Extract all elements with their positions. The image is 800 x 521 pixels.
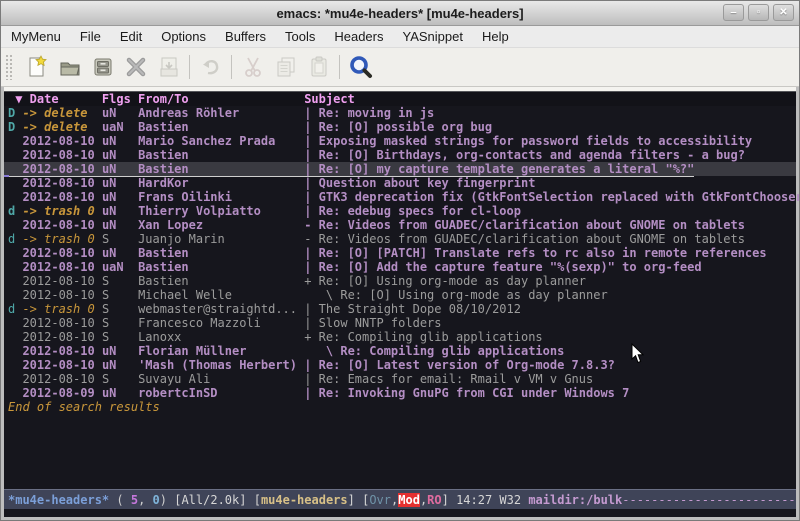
modeline-segment: , <box>420 493 427 507</box>
menu-bar: MyMenu File Edit Options Buffers Tools Headers… <box>1 26 799 48</box>
message-row[interactable]: 2012-08-10 uN Xan Lopez - Re: Videos fro… <box>4 218 796 232</box>
modeline-segment: [All/2.0k] <box>174 493 253 507</box>
minimize-icon[interactable]: ‒ <box>723 4 744 21</box>
message-row[interactable]: d -> trash 0 S Juanjo Marin - Re: Videos… <box>4 232 796 246</box>
maximize-icon[interactable]: ▫ <box>748 4 769 21</box>
mu4e-headers-buffer[interactable]: ▼ Date Flgs From/To Subject D -> delete … <box>4 92 796 517</box>
save-icon[interactable] <box>86 52 119 82</box>
open-folder-icon[interactable] <box>53 52 86 82</box>
message-row[interactable]: 2012-08-10 uN Frans Oilinki | GTK3 depre… <box>4 190 796 204</box>
menu-mymenu[interactable]: MyMenu <box>11 29 61 44</box>
message-row[interactable]: 2012-08-09 uN robertcInSD | Re: Invoking… <box>4 386 796 400</box>
menu-edit[interactable]: Edit <box>120 29 142 44</box>
echo-area[interactable] <box>4 509 796 517</box>
message-row[interactable]: 2012-08-10 uN 'Mash (Thomas Herbert) | R… <box>4 358 796 372</box>
modeline-segment: , <box>391 493 398 507</box>
modeline-segment: *mu4e-headers* <box>8 493 109 507</box>
toolbar <box>1 48 799 87</box>
modeline-segment: Ovr <box>369 493 391 507</box>
message-row[interactable]: 2012-08-10 uN Florian Müllner \ Re: Comp… <box>4 344 796 358</box>
modeline-segment: [ <box>254 493 261 507</box>
emacs-window: emacs: *mu4e-headers* [mu4e-headers] ‒ ▫… <box>0 0 800 521</box>
menu-file[interactable]: File <box>80 29 101 44</box>
modeline-segment: ] <box>442 493 456 507</box>
toolbar-separator <box>189 55 190 79</box>
message-row[interactable]: d -> trash 0 S webmaster@straightd... | … <box>4 302 796 316</box>
modeline-segment: 5 <box>131 493 138 507</box>
modeline-segment: 0 <box>153 493 160 507</box>
message-row[interactable]: 2012-08-10 S Michael Welle \ Re: [O] Usi… <box>4 288 796 302</box>
menu-tools[interactable]: Tools <box>285 29 315 44</box>
copy-icon <box>269 52 302 82</box>
menu-help[interactable]: Help <box>482 29 509 44</box>
cut-icon <box>236 52 269 82</box>
save-as-icon <box>152 52 185 82</box>
message-row[interactable]: 2012-08-10 uN Bastien | Re: [O] [PATCH] … <box>4 246 796 260</box>
toolbar-separator <box>339 55 340 79</box>
modeline-segment: [ <box>362 493 369 507</box>
modeline-segment: maildir:/bulk <box>528 493 622 507</box>
modeline-segment: , <box>138 493 152 507</box>
modeline-segment: ( <box>109 493 131 507</box>
message-row[interactable]: D -> delete uaN Bastien | Re: [O] possib… <box>4 120 796 134</box>
close-icon[interactable]: ✕ <box>773 4 794 21</box>
titlebar[interactable]: emacs: *mu4e-headers* [mu4e-headers] ‒ ▫… <box>1 1 799 26</box>
toolbar-grip-handle[interactable] <box>5 54 14 80</box>
menu-buffers[interactable]: Buffers <box>225 29 266 44</box>
modeline-segment: ------------------------------ <box>622 493 796 507</box>
close-buffer-icon[interactable] <box>119 52 152 82</box>
empty-buffer-space <box>4 414 796 489</box>
message-row[interactable]: d -> trash 0 uN Thierry Volpiatto | Re: … <box>4 204 796 218</box>
message-row[interactable]: D -> delete uN Andreas Röhler | Re: movi… <box>4 106 796 120</box>
window-title: emacs: *mu4e-headers* [mu4e-headers] <box>1 6 799 21</box>
toolbar-separator <box>231 55 232 79</box>
mode-line[interactable]: *mu4e-headers* ( 5, 0) [All/2.0k] [mu4e-… <box>4 489 796 509</box>
end-of-results: End of search results <box>4 400 796 414</box>
modeline-segment: ) <box>160 493 174 507</box>
message-row[interactable]: 2012-08-10 S Lanoxx + Re: Compiling glib… <box>4 330 796 344</box>
modeline-segment: ] <box>348 493 362 507</box>
column-headers[interactable]: ▼ Date Flgs From/To Subject <box>4 92 796 106</box>
menu-options[interactable]: Options <box>161 29 206 44</box>
message-row[interactable]: 2012-08-10 S Suvayu Ali | Re: Emacs for … <box>4 372 796 386</box>
undo-icon <box>194 52 227 82</box>
message-list: D -> delete uN Andreas Röhler | Re: movi… <box>4 106 796 400</box>
message-row[interactable]: 2012-08-10 uN HardKor | Question about k… <box>4 176 796 190</box>
menu-headers[interactable]: Headers <box>334 29 383 44</box>
new-file-icon[interactable] <box>20 52 53 82</box>
window-controls: ‒ ▫ ✕ <box>723 4 794 21</box>
modeline-segment: 14:27 W32 <box>456 493 528 507</box>
modeline-segment: Mod <box>398 493 420 507</box>
message-row[interactable]: 2012-08-10 S Bastien + Re: [O] Using org… <box>4 274 796 288</box>
buffer-frame: ▼ Date Flgs From/To Subject D -> delete … <box>4 87 796 517</box>
message-row[interactable]: 2012-08-10 uN Bastien | Re: [O] my captu… <box>4 162 796 176</box>
message-row[interactable]: 2012-08-10 uaN Bastien | Re: [O] Add the… <box>4 260 796 274</box>
message-row[interactable]: 2012-08-10 uN Bastien | Re: [O] Birthday… <box>4 148 796 162</box>
message-row[interactable]: 2012-08-10 S Francesco Mazzoli | Slow NN… <box>4 316 796 330</box>
modeline-segment: mu4e-headers <box>261 493 348 507</box>
modeline-segment: RO <box>427 493 441 507</box>
menu-yasnippet[interactable]: YASnippet <box>402 29 462 44</box>
message-row[interactable]: 2012-08-10 uN Mario Sanchez Prada | Expo… <box>4 134 796 148</box>
search-icon[interactable] <box>344 52 377 82</box>
paste-icon <box>302 52 335 82</box>
